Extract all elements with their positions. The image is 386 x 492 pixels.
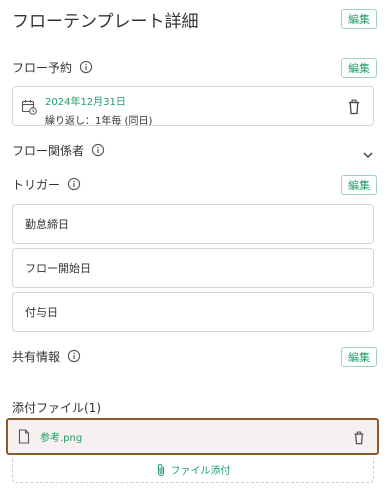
attachment-file-item[interactable]: 参考.png [6,418,379,455]
calendar-clock-icon [21,99,37,115]
paperclip-icon [156,463,166,477]
trigger-item-label: 付与日 [25,306,58,319]
trigger-label: トリガー [12,177,61,192]
sharing-label: 共有情報 [12,349,61,364]
file-icon [18,429,30,444]
header: フローテンプレート詳細 [12,8,374,32]
trigger-section-header: トリガー [12,175,374,193]
info-icon[interactable] [67,349,81,363]
booking-section-header: フロー予約 [12,58,374,76]
info-icon[interactable] [67,177,81,191]
trigger-item[interactable]: フロー開始日 [12,248,374,288]
info-icon[interactable] [79,60,93,74]
stakeholders-label: フロー関係者 [12,143,85,158]
sharing-section-header: 共有情報 [12,347,374,365]
attachment-file-name[interactable]: 参考.png [40,429,82,444]
trigger-item[interactable]: 付与日 [12,292,374,332]
add-attachment-label: ファイル添付 [170,466,231,477]
page-title: フローテンプレート詳細 [12,11,199,32]
attachments-section-header: 添付ファイル(1) [12,398,374,416]
booking-label: フロー予約 [12,60,73,75]
trigger-item-label: フロー開始日 [25,262,91,275]
chevron-down-icon[interactable] [362,145,374,159]
booking-repeat: 繰り返し：1年毎 (同日) [45,116,153,127]
trigger-item-label: 勤怠締日 [25,218,69,231]
attachments-label: 添付ファイル(1) [12,400,101,415]
add-attachment-button[interactable]: ファイル添付 [12,457,374,483]
trash-icon[interactable] [347,99,361,115]
stakeholders-section-header[interactable]: フロー関係者 [12,141,374,159]
booking-date: 2024年12月31日 [45,97,126,108]
trigger-item[interactable]: 勤怠締日 [12,204,374,244]
trash-icon[interactable] [352,430,366,445]
edit-template-button[interactable]: 編集 [341,9,377,29]
edit-booking-button[interactable]: 編集 [341,58,377,78]
edit-sharing-button[interactable]: 編集 [341,347,377,367]
booking-card[interactable]: 2024年12月31日 繰り返し：1年毎 (同日) [12,86,374,127]
edit-trigger-button[interactable]: 編集 [341,175,377,195]
info-icon[interactable] [91,143,105,157]
